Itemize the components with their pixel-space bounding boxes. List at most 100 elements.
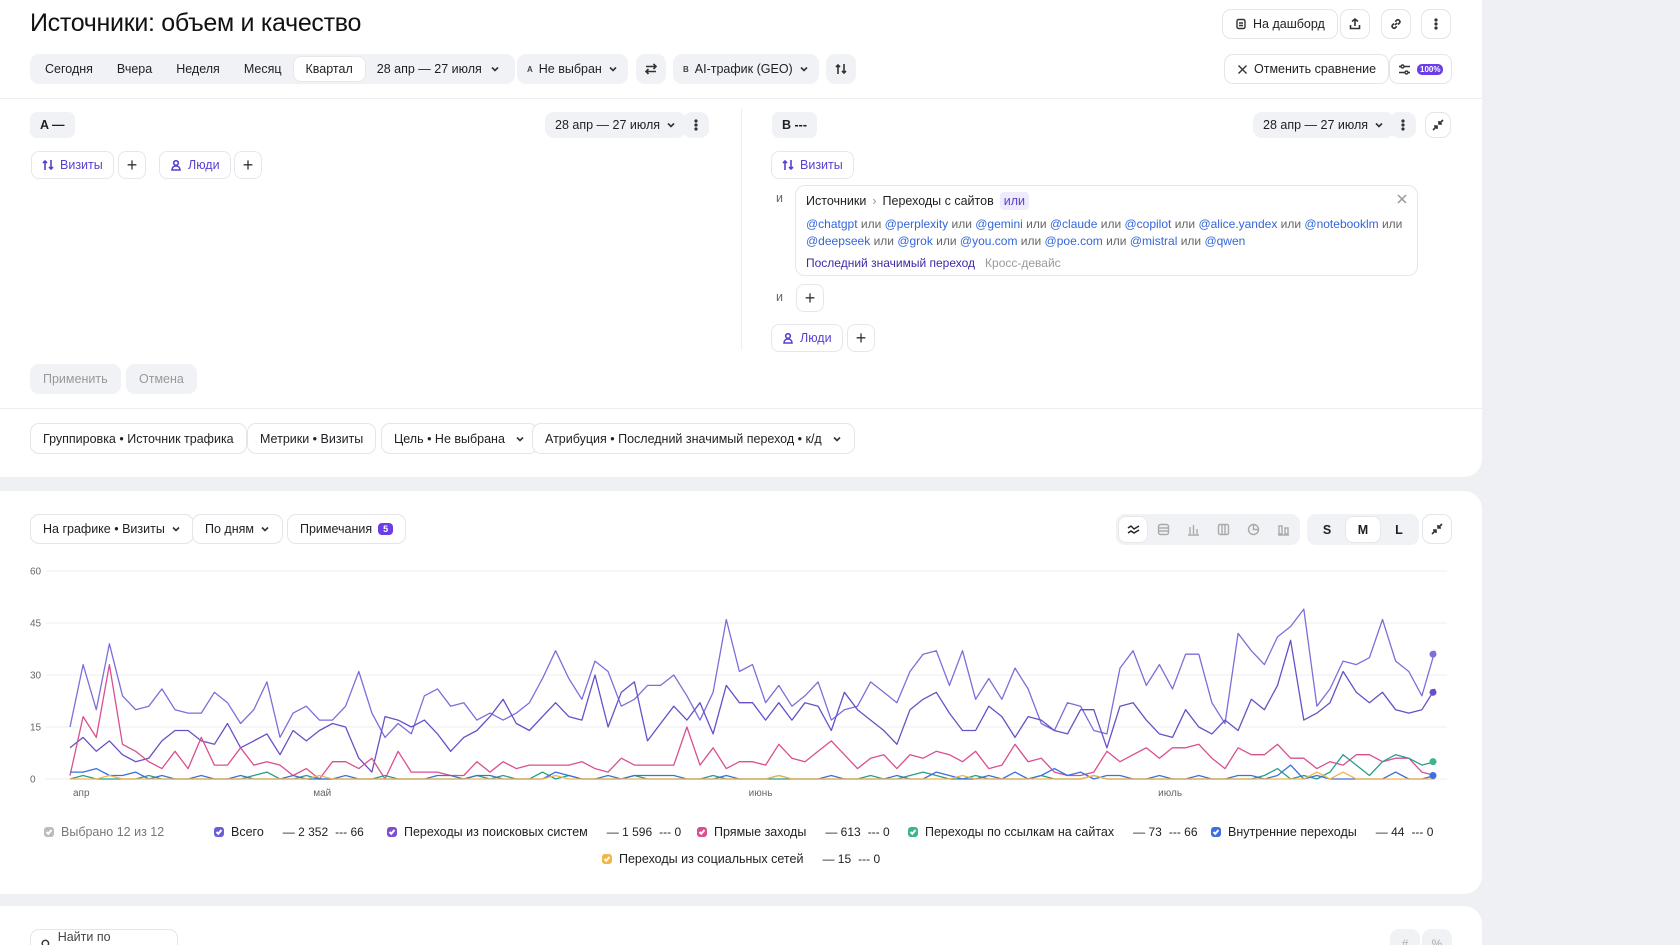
filter-path-sources: Источники	[806, 194, 867, 208]
collapse-icon	[1432, 119, 1444, 131]
grouped-bar-view[interactable]	[1209, 517, 1237, 542]
segment-b-add-people-condition[interactable]: +	[847, 324, 875, 352]
grouping-setting[interactable]: Группировка • Источник трафика	[30, 423, 247, 454]
segment-b-select[interactable]: B AI-трафик (GEO)	[673, 54, 819, 84]
more-menu-button[interactable]	[1421, 9, 1451, 39]
legend-value-a: — 1 596	[606, 825, 653, 839]
segment-b-menu-button[interactable]	[1390, 112, 1416, 138]
filter-token[interactable]: @grok	[897, 234, 933, 248]
segment-b-visits-chip[interactable]: Визиты	[771, 151, 854, 179]
series-line	[69, 663, 1436, 780]
filter-token[interactable]: @perplexity	[885, 217, 949, 231]
traffic-source-filter[interactable]: Источники › Переходы с сайтов или @chatg…	[795, 185, 1418, 276]
filter-token[interactable]: @deepseek	[806, 234, 870, 248]
period-quarter[interactable]: Квартал	[293, 57, 365, 81]
legend-item[interactable]: Переходы по ссылкам на сайтах — 73 --- 66	[908, 825, 1198, 839]
stacked-bar-view[interactable]	[1179, 517, 1207, 542]
divider	[0, 98, 1482, 99]
table-search-input[interactable]: Найти по названию	[30, 929, 178, 945]
metrics-setting[interactable]: Метрики • Визиты	[247, 423, 377, 454]
sampling-badge: 100%	[1417, 63, 1444, 75]
notes-button[interactable]: Примечания 5	[287, 514, 407, 544]
granularity-select[interactable]: По дням	[192, 514, 283, 544]
filter-token[interactable]: @chatgpt	[806, 217, 858, 231]
filter-cross-device[interactable]: Кросс-девайс	[985, 256, 1061, 270]
legend-item[interactable]: Всего — 2 352 --- 66	[214, 825, 364, 839]
legend-selected-count[interactable]: Выбрано 12 из 12	[44, 825, 164, 839]
collapse-chart-button[interactable]	[1422, 514, 1452, 544]
segment-b-date-picker[interactable]: 28 апр — 27 июля	[1253, 112, 1395, 138]
size-s-button[interactable]: S	[1310, 517, 1344, 542]
cancel-compare-button[interactable]: Отменить сравнение	[1224, 54, 1390, 84]
filter-path-separator: ›	[872, 194, 877, 208]
visits-icon	[42, 159, 54, 171]
segment-options-button[interactable]	[826, 54, 856, 84]
x-tick-label: апр	[73, 788, 90, 799]
legend-item[interactable]: Переходы из социальных сетей — 15 --- 0	[602, 852, 880, 866]
filter-joiner: или	[1017, 234, 1045, 248]
period-month[interactable]: Месяц	[232, 57, 294, 81]
grouped-bar-icon	[1217, 523, 1229, 536]
goal-setting[interactable]: Цель • Не выбрана	[381, 423, 538, 454]
date-range-picker[interactable]: 28 апр — 27 июля	[365, 62, 512, 76]
segment-a-date: 28 апр — 27 июля	[555, 118, 661, 132]
series-end-point[interactable]	[1429, 758, 1437, 766]
filter-token[interactable]: @poe.com	[1045, 234, 1103, 248]
period-yesterday[interactable]: Вчера	[105, 57, 164, 81]
size-m-button[interactable]: M	[1346, 517, 1380, 542]
collapse-segments-button[interactable]	[1425, 112, 1451, 138]
segment-a-add-people-condition[interactable]: +	[234, 151, 262, 179]
segment-a-visits-label: Визиты	[60, 158, 103, 172]
legend-item[interactable]: Прямые заходы — 613 --- 0	[697, 825, 890, 839]
y-tick-label: 30	[30, 671, 42, 682]
export-button[interactable]	[1340, 9, 1370, 39]
segment-a-visits-chip[interactable]: Визиты	[31, 151, 114, 179]
area-chart-view[interactable]	[1149, 517, 1177, 542]
series-end-point[interactable]	[1429, 688, 1437, 696]
chevron-down-icon	[516, 436, 524, 442]
table-percent-button[interactable]: %	[1422, 929, 1452, 945]
filter-token[interactable]: @qwen	[1204, 234, 1245, 248]
visits-line-chart: 0 15 30 45 60 апр май июнь июль	[30, 567, 1447, 799]
filter-token[interactable]: @notebooklm	[1304, 217, 1378, 231]
legend-item[interactable]: Переходы из поисковых систем — 1 596 --- 0	[387, 825, 681, 839]
filter-token[interactable]: @alice.yandex	[1198, 217, 1277, 231]
filter-path: Источники › Переходы с сайтов или	[806, 192, 1029, 210]
segment-a-menu-button[interactable]	[683, 112, 709, 138]
filter-token[interactable]: @mistral	[1130, 234, 1178, 248]
segment-a-select[interactable]: A Не выбран	[517, 54, 628, 84]
period-today[interactable]: Сегодня	[33, 57, 105, 81]
cancel-button[interactable]: Отмена	[126, 364, 197, 394]
segment-b-add-condition[interactable]: +	[796, 284, 824, 312]
filter-token[interactable]: @claude	[1050, 217, 1098, 231]
sampling-button[interactable]: 100%	[1389, 54, 1453, 84]
filter-token[interactable]: @copilot	[1124, 217, 1171, 231]
filter-attribution[interactable]: Последний значимый переход	[806, 256, 975, 270]
apply-button[interactable]: Применить	[30, 364, 121, 394]
segment-a-add-visit-condition[interactable]: +	[118, 151, 146, 179]
table-hash-button[interactable]: #	[1390, 929, 1420, 945]
chart-metric-select[interactable]: На графике • Визиты	[30, 514, 194, 544]
pie-chart-view[interactable]	[1239, 517, 1267, 542]
filter-token[interactable]: @you.com	[960, 234, 1018, 248]
filter-token[interactable]: @gemini	[975, 217, 1023, 231]
size-l-button[interactable]: L	[1382, 517, 1416, 542]
column-chart-view[interactable]	[1269, 517, 1297, 542]
copy-link-button[interactable]	[1381, 9, 1411, 39]
line-chart-view[interactable]	[1119, 517, 1147, 542]
period-week[interactable]: Неделя	[164, 57, 232, 81]
attribution-setting[interactable]: Атрибуция • Последний значимый переход •…	[532, 423, 855, 454]
area-chart-icon	[1157, 523, 1169, 536]
segment-a-date-picker[interactable]: 28 апр — 27 июля	[545, 112, 687, 138]
swap-segments-button[interactable]	[636, 54, 666, 84]
segment-b-people-chip[interactable]: Люди	[771, 324, 843, 352]
series-end-point[interactable]	[1429, 772, 1437, 780]
filter-operator[interactable]: или	[999, 192, 1029, 210]
chevron-down-icon	[1375, 122, 1383, 128]
legend-item[interactable]: Внутренние переходы — 44 --- 0	[1211, 825, 1433, 839]
add-to-dashboard-button[interactable]: На дашборд	[1222, 9, 1338, 39]
close-icon[interactable]	[1397, 194, 1407, 204]
series-end-point[interactable]	[1429, 650, 1437, 658]
chevron-down-icon	[800, 66, 808, 72]
segment-a-people-chip[interactable]: Люди	[159, 151, 231, 179]
